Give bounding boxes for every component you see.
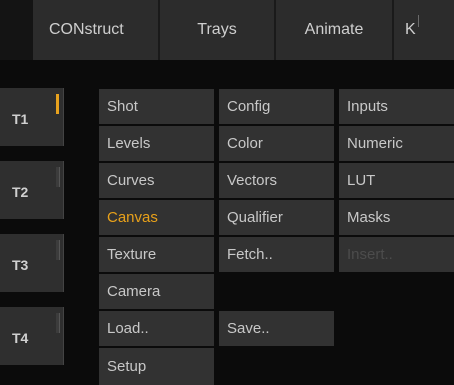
menu-item-lut[interactable]: LUT [339, 163, 454, 198]
tray-button-t2[interactable]: T2 [0, 161, 64, 219]
tab-k[interactable]: K [394, 0, 454, 60]
tab-k-label: K [405, 21, 416, 38]
tray-indicator-icon [56, 94, 59, 114]
menu-item-config[interactable]: Config [219, 89, 334, 124]
menu-item-canvas[interactable]: Canvas [99, 200, 214, 235]
tab-animate[interactable]: Animate [276, 0, 392, 60]
tray-label: T2 [12, 184, 29, 200]
tab-trays[interactable]: Trays [160, 0, 274, 60]
menu-item-vectors[interactable]: Vectors [219, 163, 334, 198]
menu-item-masks[interactable]: Masks [339, 200, 454, 235]
tray-indicator-icon [56, 313, 60, 333]
menu-item-insert: Insert.. [339, 237, 454, 272]
tray-label: T4 [12, 330, 29, 346]
menu-item-color[interactable]: Color [219, 126, 334, 161]
top-bar-corner [0, 0, 33, 60]
menu-item-save[interactable]: Save.. [219, 311, 334, 346]
tray-label: T1 [12, 111, 29, 127]
tab-animate-label: Animate [304, 21, 364, 38]
menu-item-qualifier[interactable]: Qualifier [219, 200, 334, 235]
tray-label: T3 [12, 257, 29, 273]
tab-trays-label: Trays [197, 21, 237, 38]
tray-button-t3[interactable]: T3 [0, 234, 64, 292]
tray-indicator-icon [56, 167, 60, 187]
tab-construct[interactable]: CONstruct [33, 0, 158, 60]
menu-item-texture[interactable]: Texture [99, 237, 214, 272]
tray-button-t1[interactable]: T1 [0, 88, 64, 146]
tab-construct-label: CONstruct [49, 21, 124, 38]
menu-item-levels[interactable]: Levels [99, 126, 214, 161]
menu-item-shot[interactable]: Shot [99, 89, 214, 124]
menu-item-numeric[interactable]: Numeric [339, 126, 454, 161]
menu-item-fetch[interactable]: Fetch.. [219, 237, 334, 272]
menu-item-inputs[interactable]: Inputs [339, 89, 454, 124]
menu-item-camera[interactable]: Camera [99, 274, 214, 309]
tray-indicator-icon [56, 240, 60, 260]
tab-k-marker-icon [418, 15, 419, 27]
menu-item-curves[interactable]: Curves [99, 163, 214, 198]
menu-item-setup[interactable]: Setup [99, 348, 214, 385]
menu-item-load[interactable]: Load.. [99, 311, 214, 346]
tray-button-t4[interactable]: T4 [0, 307, 64, 365]
